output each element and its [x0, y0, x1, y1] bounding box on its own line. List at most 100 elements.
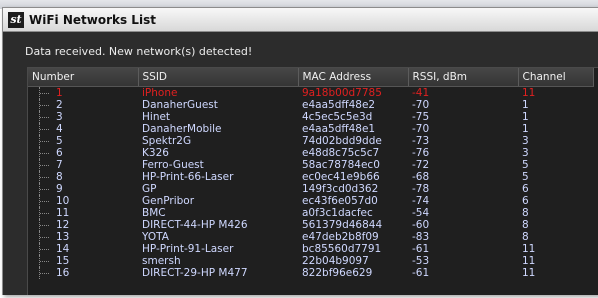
cell-channel: 5: [522, 159, 529, 171]
cell-ssid: YOTA: [142, 231, 169, 243]
cell-rssi: -73: [412, 135, 430, 147]
cell-channel: 6: [522, 183, 529, 195]
title-bar[interactable]: st WiFi Networks List: [3, 8, 598, 32]
table-row[interactable]: 13 YOTA e47deb2b8f09 -83 8: [28, 231, 593, 243]
cell-rssi: -60: [412, 219, 430, 231]
table-row[interactable]: 9 GP 149f3cd0d362 -78 6: [28, 183, 593, 195]
tree-connector-icon: [39, 219, 56, 231]
cell-rssi: -68: [412, 171, 430, 183]
table-row[interactable]: 14 HP-Print-91-Laser bc85560d7791 -61 11: [28, 243, 593, 255]
column-header-number[interactable]: Number: [28, 68, 139, 87]
row-number: 8: [56, 171, 63, 183]
cell-channel: 8: [522, 219, 529, 231]
table-row[interactable]: 16 DIRECT-29-HP M477 822bf96e629 -61 11: [28, 267, 593, 279]
cell-channel: 1: [522, 99, 529, 111]
row-number: 1: [56, 87, 63, 99]
column-header-ssid[interactable]: SSID: [138, 68, 299, 87]
cell-mac-address: ec0ec41e9b66: [302, 171, 380, 183]
cell-number: 5: [28, 135, 138, 147]
cell-ssid: BMC: [142, 207, 166, 219]
networks-table-container: Number SSID MAC Address RSSI, dBm Channe…: [27, 67, 598, 295]
cell-mac-address: 74d02bdd9dde: [302, 135, 382, 147]
cell-ssid: DanaherMobile: [142, 123, 222, 135]
cell-ssid: iPhone: [142, 87, 178, 99]
cell-channel: 3: [522, 135, 529, 147]
row-number: 3: [56, 111, 63, 123]
networks-table: Number SSID MAC Address RSSI, dBm Channe…: [28, 68, 594, 279]
table-row[interactable]: 11 BMC a0f3c1dacfec -54 8: [28, 207, 593, 219]
column-header-rssi[interactable]: RSSI, dBm: [408, 68, 519, 87]
row-number: 9: [56, 183, 63, 195]
table-row[interactable]: 10 GenPribor ec43f6e057d0 -74 6: [28, 195, 593, 207]
cell-channel: 6: [522, 195, 529, 207]
table-row[interactable]: 6 K326 e48d8c75c5c7 -76 3: [28, 147, 593, 159]
cell-ssid: DIRECT-44-HP M426: [142, 219, 248, 231]
cell-number: 2: [28, 99, 138, 111]
status-message: Data received. New network(s) detected!: [25, 45, 253, 58]
cell-channel: 11: [522, 267, 536, 279]
row-number: 13: [56, 231, 70, 243]
table-row[interactable]: 12 DIRECT-44-HP M426 561379d46844 -60 8: [28, 219, 593, 231]
cell-channel: 8: [522, 231, 529, 243]
tree-connector-icon: [39, 195, 56, 207]
row-number: 7: [56, 159, 63, 171]
table-row[interactable]: 7 Ferro-Guest 58ac78784ec0 -72 5: [28, 159, 593, 171]
cell-ssid: DanaherGuest: [142, 99, 218, 111]
table-row[interactable]: 5 Spektr2G 74d02bdd9dde -73 3: [28, 135, 593, 147]
cell-mac-address: 822bf96e629: [302, 267, 373, 279]
cell-rssi: -75: [412, 111, 430, 123]
cell-number: 12: [28, 219, 138, 231]
cell-number: 11: [28, 207, 138, 219]
tree-connector-icon: [39, 207, 56, 219]
tree-connector-icon: [39, 231, 56, 243]
tree-connector-icon: [39, 267, 56, 279]
cell-mac-address: e4aa5dff48e1: [302, 123, 376, 135]
cell-rssi: -70: [412, 123, 430, 135]
cell-channel: 11: [522, 243, 536, 255]
app-window: st WiFi Networks List Data received. New…: [2, 7, 598, 295]
tree-connector-icon: [39, 99, 56, 111]
cell-channel: 11: [522, 87, 536, 99]
cell-number: 7: [28, 159, 138, 171]
cell-number: 10: [28, 195, 138, 207]
row-number: 11: [56, 207, 70, 219]
cell-ssid: K326: [142, 147, 169, 159]
row-number: 5: [56, 135, 63, 147]
table-header-row: Number SSID MAC Address RSSI, dBm Channe…: [28, 68, 594, 87]
row-number: 16: [56, 267, 70, 279]
cell-number: 6: [28, 147, 138, 159]
cell-number: 4: [28, 123, 138, 135]
cell-rssi: -76: [412, 147, 430, 159]
tree-connector-icon: [39, 147, 56, 159]
cell-mac-address: 9a18b00d7785: [302, 87, 382, 99]
row-number: 6: [56, 147, 63, 159]
cell-number: 9: [28, 183, 138, 195]
row-number: 4: [56, 123, 63, 135]
table-body: 1 iPhone 9a18b00d7785 -41 11 2 DanaherGuest e4a…: [28, 87, 593, 279]
cell-number: 15: [28, 255, 138, 267]
tree-connector-icon: [39, 183, 56, 195]
table-row[interactable]: 2 DanaherGuest e4aa5dff48e2 -70 1: [28, 99, 593, 111]
cell-ssid: Ferro-Guest: [142, 159, 204, 171]
tree-connector-icon: [39, 123, 56, 135]
cell-channel: 8: [522, 207, 529, 219]
table-row[interactable]: 3 Hinet 4c5ec5c5e3d -75 1: [28, 111, 593, 123]
column-header-channel[interactable]: Channel: [518, 68, 594, 87]
cell-mac-address: ec43f6e057d0: [302, 195, 378, 207]
tree-connector-icon: [39, 243, 56, 255]
cell-number: 13: [28, 231, 138, 243]
table-row[interactable]: 15 smersh 22b04b9097 -53 11: [28, 255, 593, 267]
cell-ssid: smersh: [142, 255, 181, 267]
main-panel: Data received. New network(s) detected! …: [3, 32, 598, 295]
table-row[interactable]: 1 iPhone 9a18b00d7785 -41 11: [28, 87, 593, 99]
cell-rssi: -53: [412, 255, 430, 267]
table-row[interactable]: 4 DanaherMobile e4aa5dff48e1 -70 1: [28, 123, 593, 135]
cell-mac-address: e4aa5dff48e2: [302, 99, 376, 111]
tree-connector-icon: [39, 159, 56, 171]
table-row[interactable]: 8 HP-Print-66-Laser ec0ec41e9b66 -68 5: [28, 171, 593, 183]
column-header-mac[interactable]: MAC Address: [298, 68, 409, 87]
cell-mac-address: 561379d46844: [302, 219, 383, 231]
cell-ssid: GenPribor: [142, 195, 195, 207]
row-number: 15: [56, 255, 70, 267]
cell-rssi: -74: [412, 195, 430, 207]
